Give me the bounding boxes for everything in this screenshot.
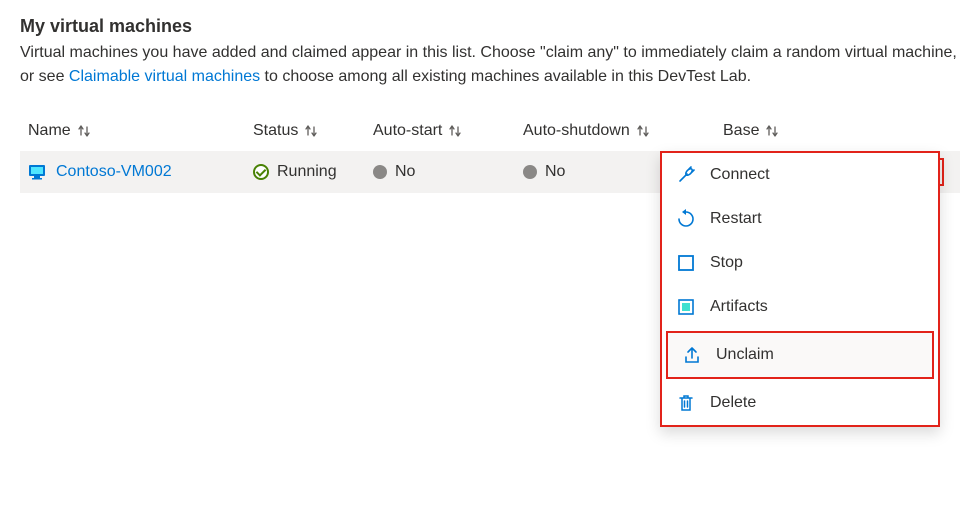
section-title: My virtual machines [20,16,960,37]
col-header-name-label: Name [28,122,71,140]
col-header-autostart[interactable]: Auto-start [373,122,523,140]
autoshutdown-text: No [545,163,565,181]
restart-icon [676,209,696,229]
menu-label: Restart [710,210,762,228]
dot-off-icon [523,165,537,179]
col-header-status[interactable]: Status [253,122,373,140]
menu-item-delete[interactable]: Delete [662,381,938,425]
menu-item-connect[interactable]: Connect [662,153,938,197]
menu-label: Delete [710,394,756,412]
col-header-autoshutdown[interactable]: Auto-shutdown [523,122,723,140]
sort-icon [304,124,318,138]
connect-icon [676,165,696,185]
status-running-icon [253,164,269,180]
sort-icon [636,124,650,138]
sort-icon [765,124,779,138]
sort-icon [77,124,91,138]
menu-label: Unclaim [716,346,774,364]
unclaim-icon [682,345,702,365]
col-header-status-label: Status [253,122,298,140]
section-header: My virtual machines Virtual machines you… [20,16,960,89]
vm-icon [28,163,46,181]
section-description: Virtual machines you have added and clai… [20,41,960,89]
status-text: Running [277,163,337,181]
artifacts-icon [676,297,696,317]
menu-label: Stop [710,254,743,272]
col-header-base-label: Base [723,122,759,140]
table-row[interactable]: Contoso-VM002 Running No No [20,151,960,193]
menu-label: Connect [710,166,770,184]
menu-item-artifacts[interactable]: Artifacts [662,285,938,329]
col-header-name[interactable]: Name [28,122,253,140]
menu-item-stop[interactable]: Stop [662,241,938,285]
col-header-autoshutdown-label: Auto-shutdown [523,122,630,140]
menu-item-unclaim[interactable]: Unclaim [666,331,934,379]
col-header-base[interactable]: Base [723,122,883,140]
sort-icon [448,124,462,138]
table-header-row: Name Status Auto-start Auto-shutdown Bas… [20,111,960,151]
dot-off-icon [373,165,387,179]
desc-text-after: to choose among all existing machines av… [260,68,751,85]
delete-icon [676,393,696,413]
vm-table: Name Status Auto-start Auto-shutdown Bas… [20,111,960,193]
claimable-vms-link[interactable]: Claimable virtual machines [69,68,260,85]
autostart-text: No [395,163,415,181]
menu-item-restart[interactable]: Restart [662,197,938,241]
col-header-autostart-label: Auto-start [373,122,442,140]
context-menu: Connect Restart Stop Artifacts [660,151,940,427]
stop-icon [676,253,696,273]
vm-name-link[interactable]: Contoso-VM002 [56,163,172,181]
menu-label: Artifacts [710,298,768,316]
